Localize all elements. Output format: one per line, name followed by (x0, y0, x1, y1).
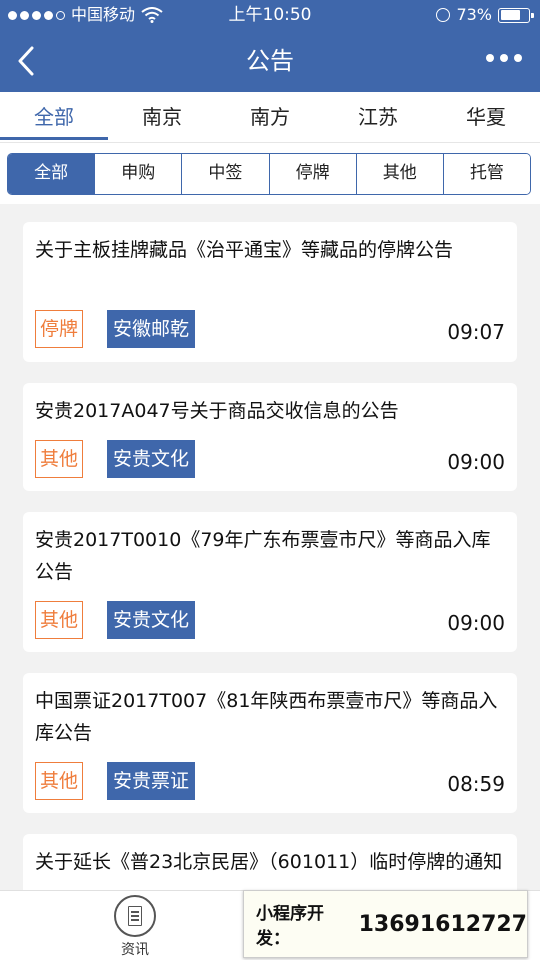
announcement-org-tag: 安贵文化 (107, 440, 196, 478)
bottom-nav-news[interactable]: 资讯 (108, 895, 162, 958)
promo-label: 小程序开发： (256, 904, 324, 949)
filter-all[interactable]: 全部 (8, 154, 95, 194)
announcement-card[interactable]: 中国票证2017T007《81年陕西布票壹市尺》等商品入库公告 其他 安贵票证 … (23, 673, 517, 813)
battery-icon (498, 7, 534, 23)
announcement-time: 09:00 (447, 450, 505, 474)
announcement-title: 关于主板挂牌藏品《治平通宝》等藏品的停牌公告 (35, 239, 454, 261)
tab-jiangsu[interactable]: 江苏 (324, 92, 432, 142)
announcement-card[interactable]: 安贵2017A047号关于商品交收信息的公告 其他 安贵文化 09:00 (23, 383, 517, 491)
filter-segment: 全部 申购 中签 停牌 其他 托管 (7, 153, 531, 195)
promo-banner: 小程序开发： 13691612727 (243, 890, 528, 958)
status-bar: 中国移动 上午10:50 73% (0, 0, 540, 30)
announcement-title: 关于延长《普23北京民居》（601011）临时停牌的通知 (35, 851, 503, 873)
tab-all[interactable]: 全部 (0, 92, 108, 142)
promo-phone: 13691612727 (358, 911, 527, 937)
announcement-title: 安贵2017T0010《79年广东布票壹市尺》等商品入库公告 (35, 529, 491, 583)
filter-lottery-win[interactable]: 中签 (181, 154, 269, 194)
announcement-card[interactable]: 关于主板挂牌藏品《治平通宝》等藏品的停牌公告 停牌 安徽邮乾 09:07 (23, 222, 517, 362)
alarm-icon (436, 8, 451, 22)
more-dots-icon[interactable] (486, 54, 522, 62)
announcement-card[interactable]: 安贵2017T0010《79年广东布票壹市尺》等商品入库公告 其他 安贵文化 0… (23, 512, 517, 652)
announcement-org-tag: 安贵文化 (107, 601, 196, 639)
app-header: 中国移动 上午10:50 73% 公告 (0, 0, 540, 92)
news-document-icon (114, 895, 156, 937)
filter-suspended[interactable]: 停牌 (268, 154, 356, 194)
navigation-bar: 公告 (0, 30, 540, 92)
announcement-time: 08:59 (447, 772, 505, 796)
source-tabs: 全部 南京 南方 江苏 华夏 (0, 92, 540, 142)
filter-subscribe[interactable]: 申购 (94, 154, 182, 194)
announcement-type-tag: 其他 (35, 762, 84, 800)
announcement-org-tag: 安贵票证 (107, 762, 196, 800)
filter-bar: 全部 申购 中签 停牌 其他 托管 (0, 142, 540, 204)
tab-huaxia[interactable]: 华夏 (432, 92, 540, 142)
bottom-nav-news-label: 资讯 (121, 942, 149, 958)
announcement-type-tag: 其他 (35, 440, 84, 478)
tab-nanjing[interactable]: 南京 (108, 92, 216, 142)
announcement-card[interactable]: 关于延长《普23北京民居》（601011）临时停牌的通知 (23, 834, 517, 890)
filter-other[interactable]: 其他 (355, 154, 443, 194)
announcement-title: 安贵2017A047号关于商品交收信息的公告 (35, 400, 399, 422)
announcement-type-tag: 其他 (35, 601, 84, 639)
battery-percent: 73% (456, 5, 492, 24)
announcement-time: 09:00 (447, 611, 505, 635)
tab-nanfang[interactable]: 南方 (216, 92, 324, 142)
announcement-list: 关于主板挂牌藏品《治平通宝》等藏品的停牌公告 停牌 安徽邮乾 09:07 安贵2… (0, 204, 540, 890)
announcement-org-tag: 安徽邮乾 (107, 310, 196, 348)
announcement-time: 09:07 (447, 320, 505, 344)
filter-custody[interactable]: 托管 (442, 154, 530, 194)
page-title: 公告 (246, 47, 294, 75)
announcement-title: 中国票证2017T007《81年陕西布票壹市尺》等商品入库公告 (35, 690, 498, 744)
announcement-type-tag: 停牌 (35, 310, 84, 348)
status-right: 73% (436, 0, 534, 30)
